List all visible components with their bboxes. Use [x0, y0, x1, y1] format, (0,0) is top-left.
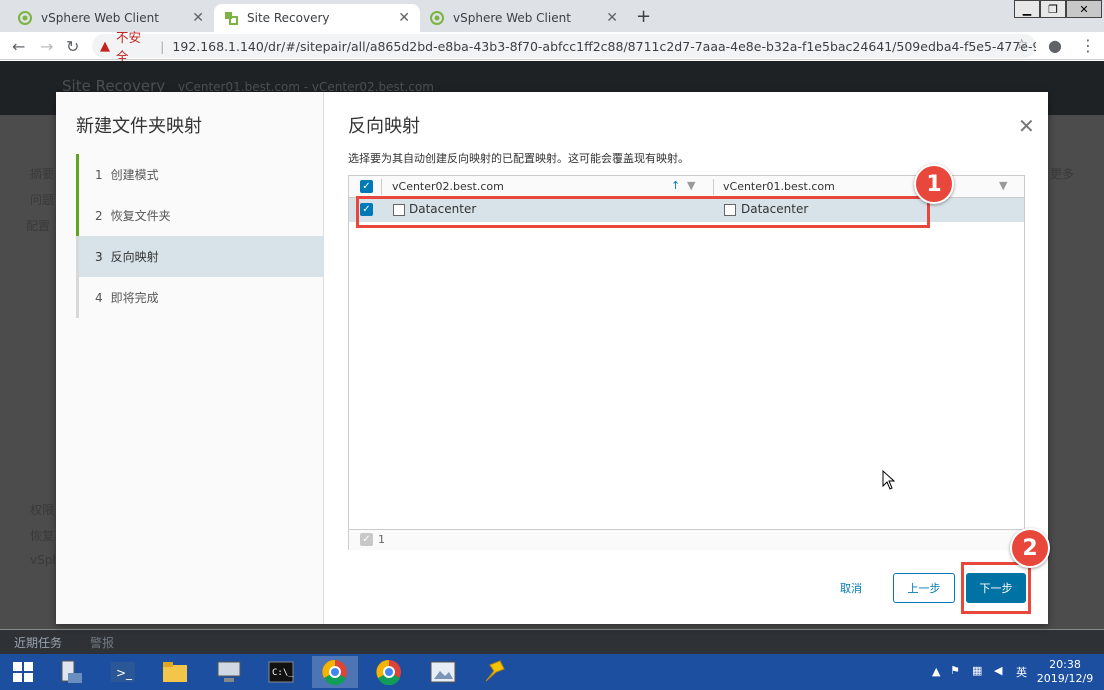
- mappings-grid: ✓ vCenter02.best.com ↑ ▼ vCenter01.best.…: [348, 175, 1025, 550]
- wizard-title: 新建文件夹映射: [76, 116, 202, 137]
- warning-icon: ▲: [100, 38, 110, 54]
- system-clock[interactable]: 20:38 2019/12/9: [1030, 658, 1100, 686]
- step-label: 恢复文件夹: [110, 209, 171, 223]
- close-window-button[interactable]: ✕: [1066, 0, 1102, 18]
- close-tab-icon[interactable]: ✕: [398, 10, 410, 26]
- bookmark-star-icon[interactable]: ☆: [1015, 37, 1028, 53]
- profile-icon[interactable]: ●: [1048, 36, 1062, 55]
- step-list: 1 创建模式 2 恢复文件夹 3 反向映射 4 即将完成: [76, 154, 324, 318]
- chrome-icon[interactable]: [312, 656, 358, 688]
- tab-site-recovery[interactable]: Site Recovery ✕: [214, 4, 420, 32]
- wizard-steps-panel: 新建文件夹映射 1 创建模式 2 恢复文件夹 3 反向映射 4 即将完成: [56, 92, 324, 624]
- new-tab-button[interactable]: +: [636, 6, 651, 27]
- step-badge-1: 1: [914, 164, 954, 204]
- step-number: 1: [95, 167, 103, 182]
- url-text: 192.168.1.140/dr/#/sitepair/all/a865d2bd…: [172, 38, 1036, 54]
- restore-window-button[interactable]: ❐: [1040, 0, 1066, 18]
- step-ready-to-complete[interactable]: 4 即将完成: [76, 277, 324, 318]
- sort-ascending-icon[interactable]: ↑: [671, 179, 680, 192]
- reload-icon[interactable]: ↻: [66, 37, 79, 56]
- back-icon[interactable]: ←: [12, 37, 25, 56]
- alarms-tab: 警报: [90, 636, 115, 650]
- highlight-box-row: [356, 196, 930, 228]
- step-recovery-folders[interactable]: 2 恢复文件夹: [76, 195, 324, 236]
- step-number: 4: [95, 290, 103, 305]
- chrome-icon[interactable]: [366, 656, 412, 688]
- close-icon[interactable]: ✕: [1018, 114, 1035, 138]
- tab-vsphere-web-client-1[interactable]: vSphere Web Client ✕: [8, 4, 214, 32]
- filter-icon[interactable]: ▼: [687, 179, 695, 192]
- tab-label: vSphere Web Client: [453, 11, 571, 25]
- back-button[interactable]: 上一步: [893, 573, 955, 603]
- divider: |: [160, 38, 165, 54]
- page-description: 选择要为其自动创建反向映射的已配置映射。这可能会覆盖现有映射。: [348, 152, 689, 165]
- recent-tasks-bar: 近期任务 警报: [0, 630, 1104, 654]
- column-header-target[interactable]: vCenter01.best.com: [723, 180, 835, 193]
- svg-text:>_: >_: [116, 666, 133, 680]
- filter-icon[interactable]: ▼: [999, 179, 1007, 192]
- tray-expand-icon[interactable]: ▲: [932, 665, 940, 678]
- selection-count-icon: ✓: [360, 533, 373, 546]
- step-number: 2: [95, 208, 103, 223]
- menu-icon[interactable]: ⋮: [1080, 36, 1096, 55]
- step-label: 反向映射: [110, 250, 159, 264]
- image-viewer-icon[interactable]: [420, 656, 466, 688]
- clock-date: 2019/12/9: [1036, 672, 1094, 685]
- network-icon[interactable]: [206, 656, 252, 688]
- browser-tab-strip: vSphere Web Client ✕ Site Recovery ✕ vSp…: [0, 0, 1104, 32]
- windows-taskbar: >_ C:\_ ▲ ⚑ ▦ ◀ 英 20:38 2019/12/9: [0, 654, 1104, 690]
- step-badge-2: 2: [1010, 528, 1050, 568]
- tab-vsphere-web-client-2[interactable]: vSphere Web Client ✕: [420, 4, 628, 32]
- grid-footer: ✓ 1: [349, 529, 1024, 550]
- page-title: 反向映射: [348, 116, 420, 137]
- url-input[interactable]: ▲ 不安全 | 192.168.1.140/dr/#/sitepair/all/…: [92, 30, 1036, 64]
- server-manager-icon[interactable]: [48, 656, 94, 688]
- vsphere-icon: [18, 11, 32, 25]
- close-tab-icon[interactable]: ✕: [606, 10, 618, 26]
- step-label: 创建模式: [110, 168, 159, 182]
- windows-logo-icon: [13, 662, 33, 682]
- step-label: 即将完成: [110, 291, 159, 305]
- step-number: 3: [95, 249, 103, 264]
- cmd-icon[interactable]: C:\_: [258, 656, 304, 688]
- svg-text:C:\_: C:\_: [272, 668, 294, 678]
- new-folder-mapping-dialog: 新建文件夹映射 1 创建模式 2 恢复文件夹 3 反向映射 4 即将完成 反向映…: [56, 92, 1050, 624]
- forward-icon[interactable]: →: [40, 37, 53, 56]
- column-divider: [381, 179, 382, 195]
- tab-label: Site Recovery: [247, 11, 330, 25]
- selection-count: 1: [378, 533, 385, 546]
- select-all-checkbox[interactable]: ✓: [360, 180, 373, 193]
- step-reverse-mappings[interactable]: 3 反向映射: [76, 236, 324, 277]
- cancel-button[interactable]: 取消: [824, 573, 878, 603]
- input-language[interactable]: 英: [1016, 664, 1027, 680]
- recent-tasks-tab: 近期任务: [14, 636, 63, 650]
- pin-app-icon[interactable]: [472, 656, 518, 688]
- not-secure-label: 不安全: [116, 30, 142, 64]
- close-tab-icon[interactable]: ✕: [192, 10, 204, 26]
- start-button[interactable]: [0, 656, 46, 688]
- column-header-source[interactable]: vCenter02.best.com: [392, 180, 504, 193]
- mouse-cursor-icon: [882, 470, 896, 490]
- highlight-box-next: [961, 562, 1031, 614]
- security-flag-icon[interactable]: ⚑: [950, 664, 960, 677]
- file-explorer-icon[interactable]: [152, 656, 198, 688]
- column-divider: [713, 179, 714, 195]
- step-create-mode[interactable]: 1 创建模式: [76, 154, 324, 195]
- volume-icon[interactable]: ◀: [994, 664, 1002, 677]
- minimize-window-button[interactable]: ▁: [1014, 0, 1040, 18]
- powershell-icon[interactable]: >_: [100, 656, 146, 688]
- vsphere-icon: [430, 11, 444, 25]
- address-bar: ← → ↻ ▲ 不安全 | 192.168.1.140/dr/#/sitepai…: [0, 30, 1104, 64]
- clock-time: 20:38: [1049, 658, 1081, 671]
- tab-label: vSphere Web Client: [41, 11, 159, 25]
- site-recovery-icon: [224, 11, 238, 25]
- network-tray-icon[interactable]: ▦: [972, 664, 982, 677]
